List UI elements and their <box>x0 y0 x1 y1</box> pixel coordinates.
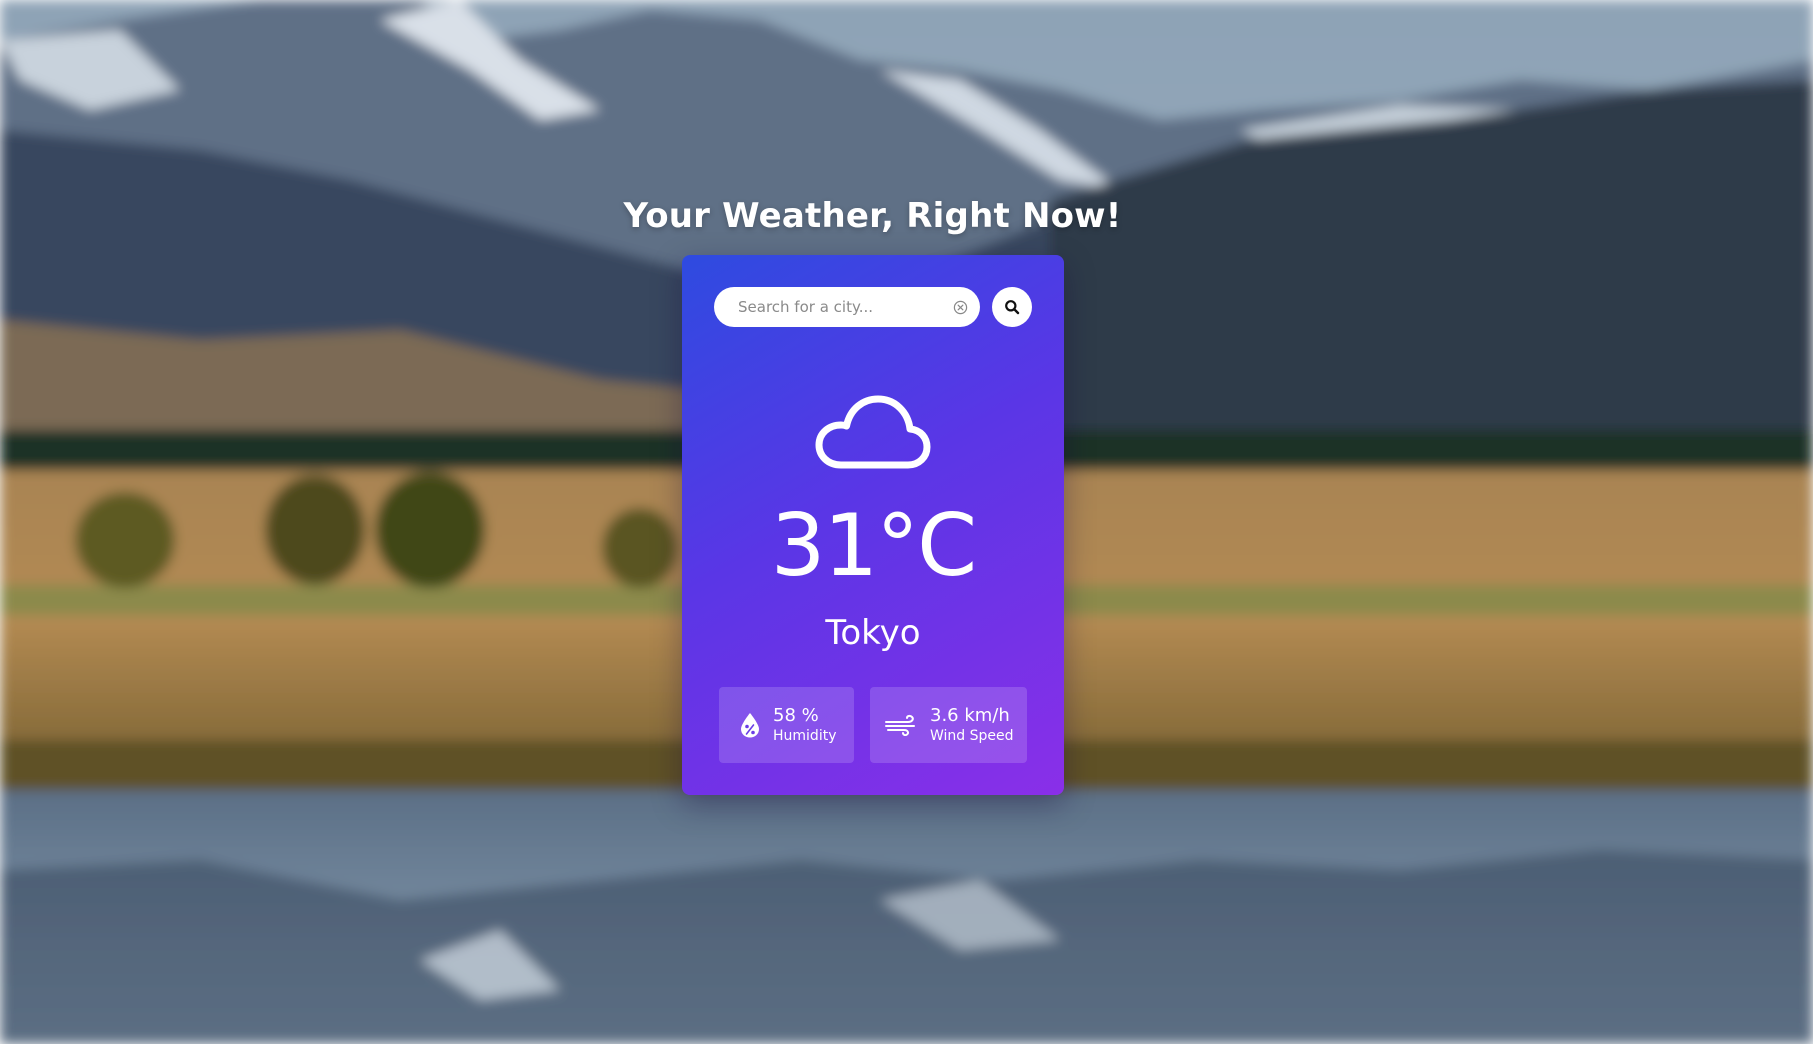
humidity-panel: 58 % Humidity <box>719 687 854 763</box>
cloud-icon <box>813 387 933 477</box>
temperature-value: 31°C <box>770 496 977 596</box>
humidity-drop-icon <box>739 711 761 739</box>
wind-speed-label: Wind Speed <box>930 727 1014 744</box>
wind-icon <box>884 714 918 736</box>
search-input[interactable] <box>738 298 952 316</box>
clear-search-icon[interactable] <box>952 299 968 315</box>
humidity-label: Humidity <box>773 727 837 744</box>
wind-speed-panel: 3.6 km/h Wind Speed <box>870 687 1027 763</box>
search-box <box>714 287 980 327</box>
wind-speed-value: 3.6 km/h <box>930 704 1010 726</box>
search-button[interactable] <box>992 287 1032 327</box>
city-name: Tokyo <box>825 613 921 653</box>
search-icon <box>1004 299 1020 315</box>
humidity-value: 58 % <box>773 704 819 726</box>
weather-card: 31°C Tokyo 58 % Humidity 3.6 km/h Win <box>682 255 1064 795</box>
page-title: Your Weather, Right Now! <box>623 196 1122 236</box>
